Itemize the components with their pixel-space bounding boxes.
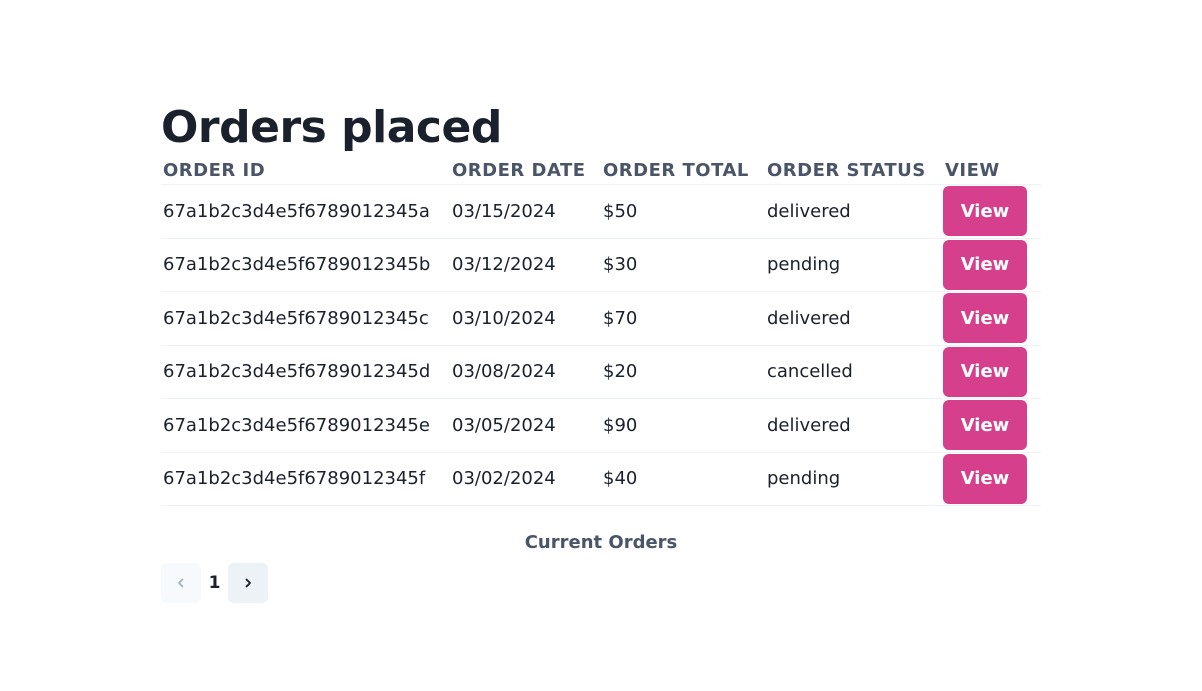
order-total-cell: $20 bbox=[601, 345, 765, 399]
order-id-cell: 67a1b2c3d4e5f6789012345e bbox=[161, 398, 450, 453]
view-cell: View bbox=[943, 184, 1041, 239]
order-status-cell: delivered bbox=[765, 184, 943, 239]
order-date-cell: 03/10/2024 bbox=[450, 291, 601, 346]
order-status-cell: delivered bbox=[765, 291, 943, 346]
order-status-cell: delivered bbox=[765, 398, 943, 453]
view-order-button[interactable]: View bbox=[943, 346, 1027, 397]
view-cell: View bbox=[943, 345, 1041, 399]
view-order-button[interactable]: View bbox=[943, 239, 1027, 290]
table-row: 67a1b2c3d4e5f6789012345a 03/15/2024 $50 … bbox=[161, 184, 1041, 239]
table-row: 67a1b2c3d4e5f6789012345e 03/05/2024 $90 … bbox=[161, 398, 1041, 453]
table-row: 67a1b2c3d4e5f6789012345b 03/12/2024 $30 … bbox=[161, 238, 1041, 292]
order-id-cell: 67a1b2c3d4e5f6789012345a bbox=[161, 184, 450, 239]
view-order-button[interactable]: View bbox=[943, 453, 1027, 504]
chevron-right-icon bbox=[245, 578, 251, 588]
orders-table: ORDER ID ORDER DATE ORDER TOTAL ORDER ST… bbox=[161, 156, 1041, 506]
column-header-order-id: ORDER ID bbox=[161, 156, 450, 185]
current-page-number: 1 bbox=[208, 573, 221, 593]
order-date-cell: 03/12/2024 bbox=[450, 238, 601, 292]
order-id-cell: 67a1b2c3d4e5f6789012345c bbox=[161, 291, 450, 346]
column-header-order-date: ORDER DATE bbox=[450, 156, 601, 185]
order-id-cell: 67a1b2c3d4e5f6789012345d bbox=[161, 345, 450, 399]
order-date-cell: 03/02/2024 bbox=[450, 452, 601, 506]
order-id-cell: 67a1b2c3d4e5f6789012345f bbox=[161, 452, 450, 506]
order-total-cell: $70 bbox=[601, 291, 765, 346]
order-status-cell: pending bbox=[765, 238, 943, 292]
view-order-button[interactable]: View bbox=[943, 293, 1027, 344]
view-order-button[interactable]: View bbox=[943, 400, 1027, 451]
order-status-cell: cancelled bbox=[765, 345, 943, 399]
column-header-order-total: ORDER TOTAL bbox=[601, 156, 765, 185]
view-cell: View bbox=[943, 398, 1041, 453]
order-status-cell: pending bbox=[765, 452, 943, 506]
view-order-button[interactable]: View bbox=[943, 186, 1027, 237]
pagination: 1 bbox=[161, 563, 1041, 603]
order-date-cell: 03/15/2024 bbox=[450, 184, 601, 239]
order-total-cell: $90 bbox=[601, 398, 765, 453]
table-caption: Current Orders bbox=[524, 532, 678, 553]
order-date-cell: 03/05/2024 bbox=[450, 398, 601, 453]
chevron-left-icon bbox=[178, 578, 184, 588]
order-date-cell: 03/08/2024 bbox=[450, 345, 601, 399]
view-cell: View bbox=[943, 238, 1041, 292]
column-header-view: VIEW bbox=[943, 156, 1041, 185]
page-title: Orders placed bbox=[161, 102, 502, 153]
table-header-row: ORDER ID ORDER DATE ORDER TOTAL ORDER ST… bbox=[161, 156, 1041, 185]
column-header-order-status: ORDER STATUS bbox=[765, 156, 943, 185]
previous-page-button[interactable] bbox=[161, 563, 201, 603]
view-cell: View bbox=[943, 291, 1041, 346]
order-total-cell: $40 bbox=[601, 452, 765, 506]
order-total-cell: $50 bbox=[601, 184, 765, 239]
table-row: 67a1b2c3d4e5f6789012345d 03/08/2024 $20 … bbox=[161, 345, 1041, 399]
order-id-cell: 67a1b2c3d4e5f6789012345b bbox=[161, 238, 450, 292]
table-row: 67a1b2c3d4e5f6789012345f 03/02/2024 $40 … bbox=[161, 452, 1041, 506]
order-total-cell: $30 bbox=[601, 238, 765, 292]
table-row: 67a1b2c3d4e5f6789012345c 03/10/2024 $70 … bbox=[161, 291, 1041, 346]
next-page-button[interactable] bbox=[228, 563, 268, 603]
view-cell: View bbox=[943, 452, 1041, 506]
orders-container: Orders placed ORDER ID ORDER DATE ORDER … bbox=[161, 100, 1041, 603]
